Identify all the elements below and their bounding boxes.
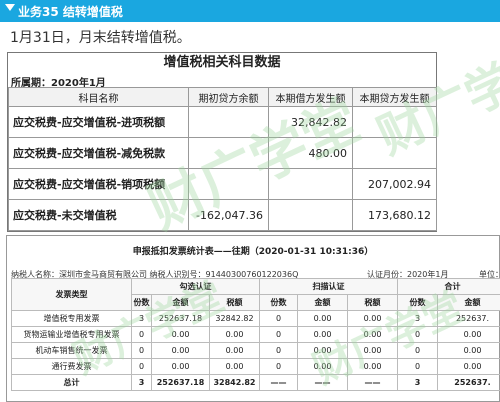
table-row: 应交税费-应交增值税-减免税款 480.00: [8, 137, 437, 169]
sub-header: 份数: [131, 294, 152, 311]
value-cell: 252637.18: [151, 310, 210, 327]
header-period-debit: 本期借方发生额: [268, 87, 353, 107]
value-cell: 0: [259, 358, 298, 375]
vat-summary-table: 增值税相关科目数据 所属期：2020年1月 科目名称 期初贷方余额 本期借方发生…: [7, 52, 437, 232]
invoice-report-screenshot: 申报抵扣发票统计表——往期（2020-01-31 10:31:36） 纳税人名称…: [6, 235, 500, 402]
value-cell: 0: [397, 326, 438, 343]
value-cell: 3: [131, 374, 152, 391]
period-debit: 32,842.82: [268, 106, 353, 138]
value-cell: 3: [397, 374, 438, 391]
table-row: 应交税费-应交增值税-进项税额 32,842.82: [8, 106, 437, 138]
report-title: 申报抵扣发票统计表——往期（2020-01-31 10:31:36）: [132, 247, 374, 257]
value-cell: 0.00: [151, 358, 210, 375]
table-row: 机动车销售统一发票 0 0.00 0.00 0 0.00 0.00 0 0.00: [11, 342, 500, 359]
invoice-type-cell: 增值税专用发票: [11, 310, 132, 327]
table-row: 应交税费-未交增值税 -162,047.36 173,680.12: [8, 199, 437, 231]
value-cell: 0.00: [437, 342, 500, 359]
sub-header: 份数: [259, 294, 298, 311]
header-period-credit: 本期贷方发生额: [352, 87, 437, 107]
summary-title: 增值税相关科目数据: [163, 55, 281, 70]
table-row: 应交税费-应交增值税-销项税额 207,002.94: [8, 168, 437, 200]
account-name: 应交税费-应交增值税-销项税额: [8, 168, 189, 200]
value-cell: 0.00: [347, 358, 398, 375]
invoice-type-cell: 机动车销售统一发票: [11, 342, 132, 359]
value-cell: 252637.: [437, 374, 500, 391]
title-bar: 业务35 结转增值税: [0, 0, 500, 22]
sub-header: 金额: [437, 294, 500, 311]
sub-header: 金额: [297, 294, 348, 311]
value-cell: 0: [397, 358, 438, 375]
value-cell: 252637.: [437, 310, 500, 327]
value-cell: 0: [259, 342, 298, 359]
value-cell: 3: [397, 310, 438, 327]
value-cell: 0.00: [347, 310, 398, 327]
period-credit: [352, 106, 437, 138]
value-cell: 0.00: [437, 358, 500, 375]
header-scan-auth: 扫描认证: [259, 278, 398, 295]
value-cell: 0.00: [297, 310, 348, 327]
period-debit: [268, 199, 353, 231]
value-cell: 0.00: [437, 326, 500, 343]
invoice-type-cell: 通行费发票: [11, 358, 132, 375]
value-cell: 0.00: [297, 326, 348, 343]
opening-credit: -162,047.36: [188, 199, 269, 231]
sub-header: 税额: [209, 294, 260, 311]
account-name: 应交税费-应交增值税-减免税款: [8, 137, 189, 169]
period-debit: [268, 168, 353, 200]
period-debit: 480.00: [268, 137, 353, 169]
account-name: 应交税费-未交增值税: [8, 199, 189, 231]
table-row: 增值税专用发票 3 252637.18 32842.82 0 0.00 0.00 3 25263…: [11, 310, 500, 327]
header-account: 科目名称: [8, 87, 189, 107]
sub-header: 份数: [397, 294, 438, 311]
value-cell: 0.00: [209, 342, 260, 359]
value-cell: 0: [259, 326, 298, 343]
value-cell: 252637.18: [151, 374, 210, 391]
opening-credit: [188, 168, 269, 200]
instruction-text: 1月31日，月末结转增值税。: [10, 30, 191, 46]
value-cell: 0.00: [209, 358, 260, 375]
value-cell: 0: [259, 310, 298, 327]
value-cell: 0: [131, 326, 152, 343]
table-row: 货物运输业增值税专用发票 0 0.00 0.00 0 0.00 0.00 0 0.00: [11, 326, 500, 343]
value-cell: 32842.82: [209, 310, 260, 327]
total-row: 总计 3 252637.18 32842.82 —— —— —— 3 252637.: [11, 374, 500, 391]
header-checked-auth: 勾选认证: [131, 278, 260, 295]
value-cell: 0.00: [297, 358, 348, 375]
value-cell: 0.00: [347, 326, 398, 343]
header-opening-credit: 期初贷方余额: [188, 87, 269, 107]
period-credit: 207,002.94: [352, 168, 437, 200]
value-cell: 0.00: [297, 342, 348, 359]
invoice-type-cell: 货物运输业增值税专用发票: [11, 326, 132, 343]
sub-header: 金额: [151, 294, 210, 311]
value-cell: ——: [297, 374, 348, 391]
table-row: 通行费发票 0 0.00 0.00 0 0.00 0.00 0 0.00: [11, 358, 500, 375]
header-total: 合计: [397, 278, 500, 295]
sub-header: 税额: [347, 294, 398, 311]
value-cell: 0.00: [209, 326, 260, 343]
value-cell: ——: [259, 374, 298, 391]
value-cell: 0.00: [347, 342, 398, 359]
invoice-type-cell: 总计: [11, 374, 132, 391]
value-cell: 3: [131, 310, 152, 327]
account-name: 应交税费-应交增值税-进项税额: [8, 106, 189, 138]
opening-credit: [188, 106, 269, 138]
header-invoice-type: 发票类型: [11, 278, 132, 311]
title-label: 业务35 结转增值税: [18, 5, 123, 19]
value-cell: 0: [131, 358, 152, 375]
opening-credit: [188, 137, 269, 169]
value-cell: ——: [347, 374, 398, 391]
period-credit: [352, 137, 437, 169]
value-cell: 0.00: [151, 342, 210, 359]
period-credit: 173,680.12: [352, 199, 437, 231]
collapse-caret-icon[interactable]: [5, 4, 15, 11]
value-cell: 32842.82: [209, 374, 260, 391]
value-cell: 0.00: [151, 326, 210, 343]
value-cell: 0: [131, 342, 152, 359]
value-cell: 0: [397, 342, 438, 359]
